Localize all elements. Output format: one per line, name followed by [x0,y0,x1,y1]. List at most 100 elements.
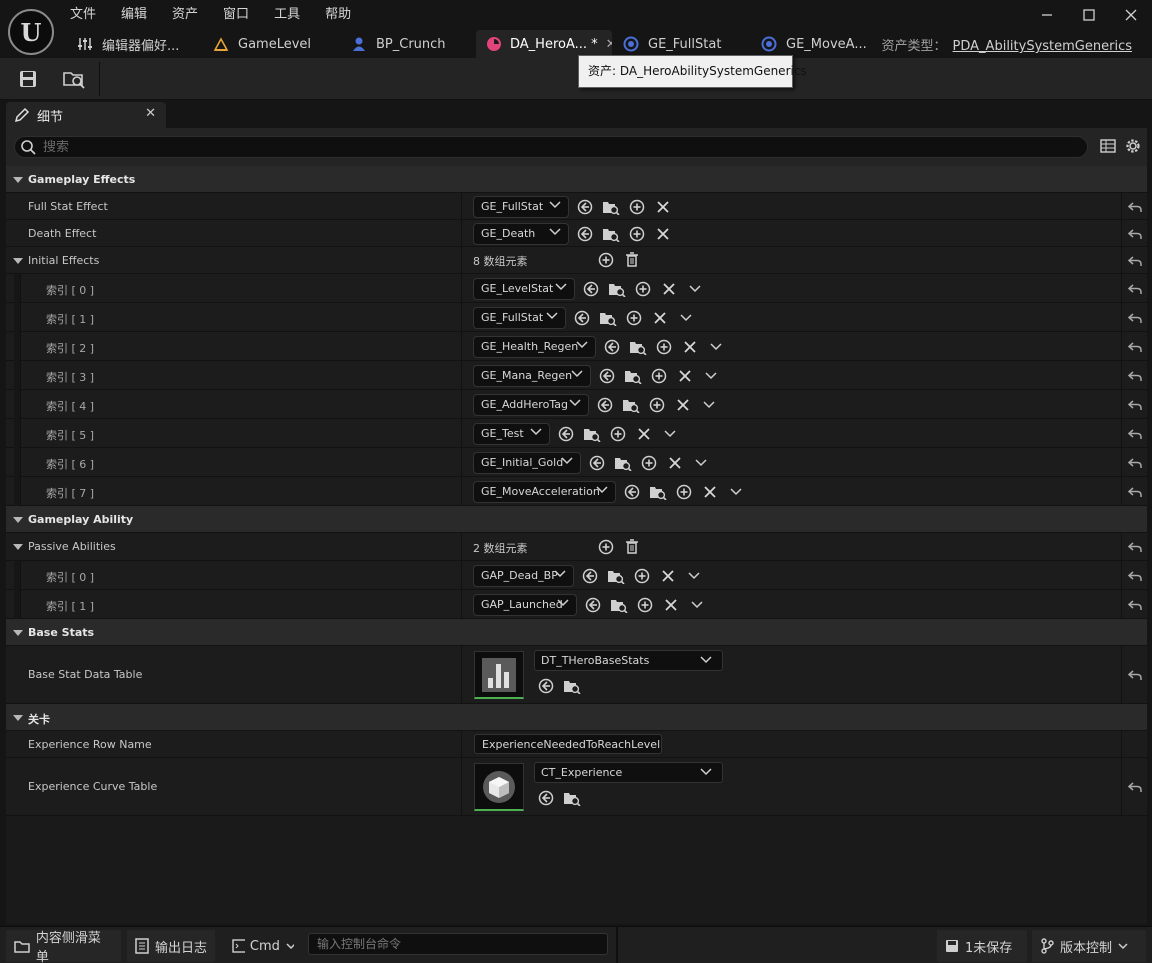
console-input[interactable]: 输入控制台命令 [308,933,608,955]
add-icon[interactable] [593,251,619,269]
menu-file[interactable]: 文件 [70,5,109,25]
use-selected-icon[interactable] [533,789,559,807]
column-splitter[interactable] [461,533,462,561]
browse-folder-icon[interactable] [610,454,636,472]
array-element-menu-button[interactable] [698,367,724,385]
trash-icon[interactable] [619,251,645,269]
browse-folder-icon[interactable] [620,367,646,385]
menu-asset[interactable]: 资产 [172,5,211,25]
add-icon[interactable] [671,483,697,501]
add-icon[interactable] [644,396,670,414]
browse-folder-icon[interactable] [598,198,624,216]
add-icon[interactable] [632,596,658,614]
reset-to-default-button[interactable] [1128,399,1142,411]
reset-to-default-button[interactable] [1128,541,1142,553]
asset-picker-combo[interactable]: GE_Mana_Regen [473,364,591,387]
close-window-button[interactable] [1110,0,1152,30]
array-element-menu-button[interactable] [681,567,707,585]
browse-folder-icon[interactable] [603,567,629,585]
menu-edit[interactable]: 编辑 [121,5,160,25]
array-element-menu-button[interactable] [657,425,683,443]
asset-picker-combo[interactable]: GAP_Dead_BP [473,564,574,587]
asset-picker-combo[interactable]: GE_FullStat [473,306,566,329]
clear-icon[interactable] [658,596,684,614]
expander-arrow[interactable] [13,257,23,264]
reset-to-default-button[interactable] [1128,283,1142,295]
expander-arrow[interactable] [13,176,23,183]
column-splitter[interactable] [461,561,462,590]
menu-help[interactable]: 帮助 [325,5,364,25]
asset-type-link[interactable]: PDA_AbilitySystemGenerics [953,39,1132,54]
experience-row-name-field[interactable]: ExperienceNeededToReachLevel [474,734,662,754]
array-element-menu-button[interactable] [703,338,729,356]
trash-icon[interactable] [619,538,645,556]
content-drawer-button[interactable]: 内容侧滑菜单 [6,930,121,963]
column-splitter[interactable] [461,361,462,390]
add-icon[interactable] [651,338,677,356]
browse-folder-icon[interactable] [595,309,621,327]
add-icon[interactable] [605,425,631,443]
asset-picker-combo[interactable]: GE_Health_Regen [473,335,596,358]
tab-gamelevel[interactable]: GameLevel [202,30,340,58]
use-selected-icon[interactable] [599,338,625,356]
array-element-menu-button[interactable] [688,454,714,472]
browse-folder-icon[interactable] [604,280,630,298]
clear-icon[interactable] [672,367,698,385]
column-splitter[interactable] [461,274,462,303]
add-icon[interactable] [646,367,672,385]
column-splitter[interactable] [461,220,462,247]
reset-to-default-button[interactable] [1128,370,1142,382]
tab-bp-crunch[interactable]: BP_Crunch [340,30,476,58]
column-splitter[interactable] [461,419,462,448]
menu-window[interactable]: 窗口 [223,5,262,25]
asset-thumbnail[interactable] [474,763,524,811]
asset-picker-combo[interactable]: GAP_Launched [473,593,577,616]
use-selected-icon[interactable] [619,483,645,501]
use-selected-icon[interactable] [584,454,610,472]
column-splitter[interactable] [461,477,462,506]
minimize-button[interactable] [1026,0,1068,30]
reset-to-default-button[interactable] [1128,781,1142,793]
reset-to-default-button[interactable] [1128,255,1142,267]
add-icon[interactable] [630,280,656,298]
column-splitter[interactable] [461,646,462,704]
expander-arrow[interactable] [13,629,23,636]
reset-to-default-button[interactable] [1128,201,1142,213]
clear-icon[interactable] [662,454,688,472]
unreal-logo[interactable]: U [8,9,54,55]
add-icon[interactable] [629,567,655,585]
clear-icon[interactable] [670,396,696,414]
array-element-menu-button[interactable] [684,596,710,614]
column-splitter[interactable] [461,731,462,758]
reset-to-default-button[interactable] [1128,599,1142,611]
clear-icon[interactable] [656,280,682,298]
browse-folder-icon[interactable] [625,338,651,356]
browse-folder-icon[interactable] [645,483,671,501]
column-splitter[interactable] [461,332,462,361]
tab-da-hero[interactable]: DA_HeroA... * ✕ [476,30,612,58]
asset-picker-combo[interactable]: GE_MoveAcceleration [473,480,616,503]
details-tab[interactable]: 细节 ✕ [6,102,166,128]
clear-icon[interactable] [631,425,657,443]
cmd-dropdown[interactable]: Cmd [224,930,302,962]
reset-to-default-button[interactable] [1128,669,1142,681]
asset-picker-combo[interactable]: GE_FullStat [473,195,569,218]
use-selected-icon[interactable] [569,309,595,327]
clear-icon[interactable] [650,198,676,216]
use-selected-icon[interactable] [578,280,604,298]
maximize-button[interactable] [1068,0,1110,30]
column-splitter[interactable] [461,193,462,220]
unsaved-button[interactable]: 1未保存 [937,930,1027,962]
clear-icon[interactable] [697,483,723,501]
reset-to-default-button[interactable] [1128,486,1142,498]
column-splitter[interactable] [461,590,462,619]
browse-folder-icon[interactable] [606,596,632,614]
asset-picker-combo[interactable]: GE_AddHeroTag [473,393,589,416]
close-tab-icon[interactable]: ✕ [145,106,156,121]
add-icon[interactable] [624,225,650,243]
asset-picker-combo[interactable]: CT_Experience [534,762,723,783]
asset-picker-combo[interactable]: GE_Death [473,222,569,245]
array-element-menu-button[interactable] [696,396,722,414]
use-selected-icon[interactable] [594,367,620,385]
column-splitter[interactable] [461,247,462,274]
